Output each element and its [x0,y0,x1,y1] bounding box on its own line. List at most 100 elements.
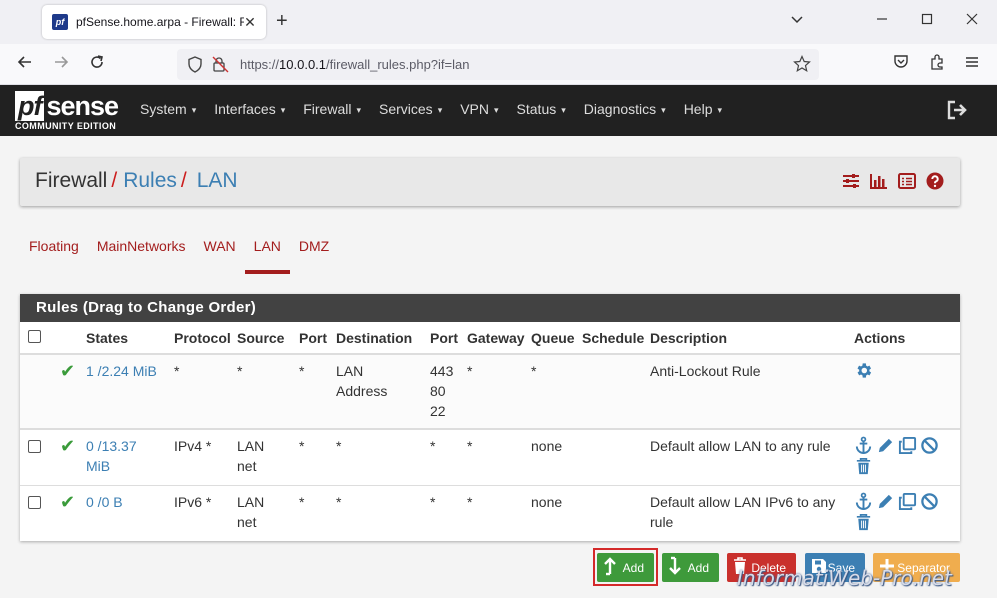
col-dest-port: Port [426,322,463,355]
main-menu: System ▾ Interfaces ▾ Firewall ▾ Services ▾ … [140,101,722,117]
pocket-icon[interactable] [890,53,912,75]
breadcrumb: Firewall / Rules / LAN [35,169,238,192]
logout-icon[interactable] [946,99,968,121]
caret-down-icon: ▾ [356,104,361,115]
disable-ban-icon[interactable] [920,492,939,511]
tab-dmz[interactable]: DMZ [290,238,338,274]
protocol-cell: IPv4 * [170,429,233,486]
destination-cell: * [336,493,342,510]
col-source-port: Port [295,322,332,355]
actions-cell [850,485,960,541]
forward-icon[interactable] [50,53,72,75]
anchor-icon[interactable] [854,492,873,511]
row-checkbox[interactable] [28,495,41,509]
new-tab-icon[interactable]: + [276,11,288,31]
description-cell: Anti-Lockout Rule [646,354,850,430]
enabled-check-icon: ✔ [60,361,76,381]
col-source: Source [233,322,295,355]
shield-icon[interactable] [187,56,203,76]
rules-panel: Rules (Drag to Change Order) States Prot… [20,294,960,541]
menu-system[interactable]: System ▾ [140,101,196,117]
tab-list-chevron-icon[interactable] [787,12,807,32]
chart-bar-icon[interactable] [870,172,888,190]
close-tab-icon[interactable]: ✕ [242,14,258,30]
sliders-icon[interactable] [842,172,860,190]
actions-cell [850,354,960,430]
maximize-icon[interactable] [917,12,937,32]
gear-icon[interactable] [854,363,873,383]
add-rule-bottom-button[interactable]: Add [662,553,719,582]
pencil-icon[interactable] [876,436,895,455]
dest-port-cell: * [426,429,463,486]
source-port-cell: * [299,493,305,510]
extensions-icon[interactable] [926,53,948,75]
col-actions: Actions [850,322,960,355]
menu-help[interactable]: Help ▾ [684,101,722,117]
caret-down-icon: ▾ [191,104,197,115]
source-port-cell: * [295,429,332,486]
table-row[interactable]: ✔ 0 /0 B IPv6 * LAN net * * * * none Defa… [20,485,960,541]
add-rule-top-button[interactable]: Add [597,553,654,582]
url-bar[interactable]: https://10.0.0.1/firewall_rules.php?if=l… [177,49,819,80]
minimize-icon[interactable] [872,12,892,32]
description-cell: Default allow LAN to any rule [646,429,850,486]
tab-lan[interactable]: LAN [244,238,290,274]
window-close-icon[interactable] [962,12,982,32]
states-link[interactable]: 1 /2.24 MiB [86,363,157,379]
watermark-text: InformatiWeb-Pro.net [737,566,952,590]
trash-icon[interactable] [854,513,873,532]
schedule-cell [578,429,646,486]
header-icons [842,172,944,190]
hamburger-menu-icon[interactable] [961,53,983,75]
browser-nav-bar: https://10.0.0.1/firewall_rules.php?if=l… [0,44,997,85]
pencil-icon[interactable] [876,492,895,511]
protocol-cell: IPv6 * [174,493,212,510]
copy-icon[interactable] [898,436,917,455]
url-text[interactable]: https://10.0.0.1/firewall_rules.php?if=l… [240,57,469,72]
caret-down-icon: ▾ [561,104,566,115]
menu-vpn[interactable]: VPN ▾ [460,101,498,117]
source-cell: LAN net [237,493,265,530]
list-icon[interactable] [898,172,916,190]
help-question-icon[interactable] [926,172,944,190]
table-row[interactable]: ✔ 0 /13.37 MiB IPv4 * LAN net * * * * none… [20,429,960,486]
select-all-checkbox[interactable] [28,329,41,343]
browser-tab[interactable]: pf pfSense.home.arpa - Firewall: R ✕ [42,5,266,39]
protocol-cell: * [170,354,233,430]
table-row[interactable]: ✔ 1 /2.24 MiB * * * LAN Address 443 80 22 *… [20,354,960,430]
col-gateway: Gateway [463,322,527,355]
destination-cell: LAN Address [332,354,426,430]
copy-icon[interactable] [898,492,917,511]
anchor-icon[interactable] [854,436,873,455]
tab-title: pfSense.home.arpa - Firewall: R [76,15,244,29]
page-header: Firewall / Rules / LAN [20,158,960,206]
bookmark-star-icon[interactable] [793,55,811,76]
disable-ban-icon[interactable] [920,436,939,455]
menu-diagnostics[interactable]: Diagnostics ▾ [584,101,666,117]
col-protocol: Protocol [170,322,233,355]
pfsense-logo[interactable]: pf sense COMMUNITY EDITION [15,91,125,133]
dest-port-cell: * [430,493,436,510]
browser-tab-bar: pf pfSense.home.arpa - Firewall: R ✕ + [0,0,997,44]
states-link[interactable]: 0 /0 B [86,494,123,510]
caret-down-icon: ▾ [661,104,666,115]
trash-icon[interactable] [854,457,873,476]
breadcrumb-lan[interactable]: LAN [197,169,238,192]
reload-icon[interactable] [86,53,108,75]
menu-status[interactable]: Status ▾ [517,101,566,117]
states-link[interactable]: 0 /13.37 MiB [86,438,137,474]
description-cell: Default allow LAN IPv6 to any rule [650,493,836,530]
menu-firewall[interactable]: Firewall ▾ [303,101,361,117]
col-schedule: Schedule [578,322,646,355]
menu-services[interactable]: Services ▾ [379,101,442,117]
tab-wan[interactable]: WAN [195,238,245,274]
menu-interfaces[interactable]: Interfaces ▾ [214,101,285,117]
tab-mainnetworks[interactable]: MainNetworks [88,238,195,274]
panel-title: Rules (Drag to Change Order) [20,294,960,322]
row-checkbox[interactable] [28,440,41,453]
breadcrumb-rules[interactable]: Rules [123,169,177,192]
queue-cell: * [527,354,578,430]
tab-floating[interactable]: Floating [20,238,88,274]
lock-warning-icon[interactable] [212,56,230,76]
back-icon[interactable] [14,53,36,75]
